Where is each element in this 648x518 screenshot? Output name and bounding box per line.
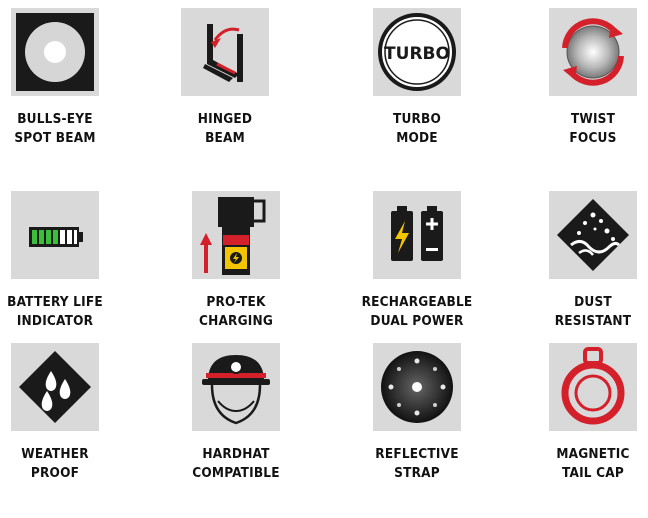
- magnetic-tail-cap-icon: [549, 343, 637, 431]
- feature-turbo-mode: TURBO TURBO MODE: [352, 8, 482, 148]
- feature-label: RECHARGEABLE DUAL POWER: [361, 294, 473, 329]
- feature-label: HARDHAT COMPATIBLE: [192, 446, 280, 481]
- feature-label: TURBO MODE: [392, 111, 442, 146]
- feature-hardhat-compatible: HARDHAT COMPATIBLE: [171, 343, 301, 483]
- feature-label: TWIST FOCUS: [569, 111, 617, 146]
- feature-label: DUST RESISTANT: [554, 294, 632, 329]
- feature-label: MAGNETIC TAIL CAP: [556, 446, 630, 481]
- feature-dust-resistant: DUST RESISTANT: [528, 191, 648, 331]
- hardhat-compatible-icon: [192, 343, 280, 431]
- feature-label: REFLECTIVE STRAP: [375, 446, 459, 481]
- feature-dual-power: RECHARGEABLE DUAL POWER: [352, 191, 482, 331]
- feature-magnetic-tail-cap: MAGNETIC TAIL CAP: [528, 343, 648, 483]
- weather-proof-icon: [11, 343, 99, 431]
- dust-resistant-icon: [549, 191, 637, 279]
- feature-label: BATTERY LIFE INDICATOR: [7, 294, 103, 329]
- feature-battery-life: BATTERY LIFE INDICATOR: [0, 191, 120, 331]
- feature-label: PRO-TEK CHARGING: [198, 294, 274, 329]
- battery-life-icon: [11, 191, 99, 279]
- twist-focus-icon: [549, 8, 637, 96]
- turbo-mode-icon: TURBO: [373, 8, 461, 96]
- feature-reflective-strap: REFLECTIVE STRAP: [352, 343, 482, 483]
- pro-tek-charging-icon: [192, 191, 280, 279]
- feature-grid: BULLS-EYE SPOT BEAM HINGED BEAM TURBO TU…: [0, 0, 648, 518]
- hinged-beam-icon: [181, 8, 269, 96]
- feature-pro-tek-charging: PRO-TEK CHARGING: [171, 191, 301, 331]
- feature-label: HINGED BEAM: [197, 111, 253, 146]
- feature-bullseye-spot-beam: BULLS-EYE SPOT BEAM: [0, 8, 120, 148]
- dual-power-battery-icon: [373, 191, 461, 279]
- feature-twist-focus: TWIST FOCUS: [528, 8, 648, 148]
- feature-label: BULLS-EYE SPOT BEAM: [14, 111, 96, 146]
- feature-weather-proof: WEATHER PROOF: [0, 343, 120, 483]
- feature-label: WEATHER PROOF: [21, 446, 89, 481]
- svg-text:TURBO: TURBO: [384, 44, 450, 64]
- reflective-strap-icon: [373, 343, 461, 431]
- bullseye-spot-beam-icon: [11, 8, 99, 96]
- feature-hinged-beam: HINGED BEAM: [160, 8, 290, 148]
